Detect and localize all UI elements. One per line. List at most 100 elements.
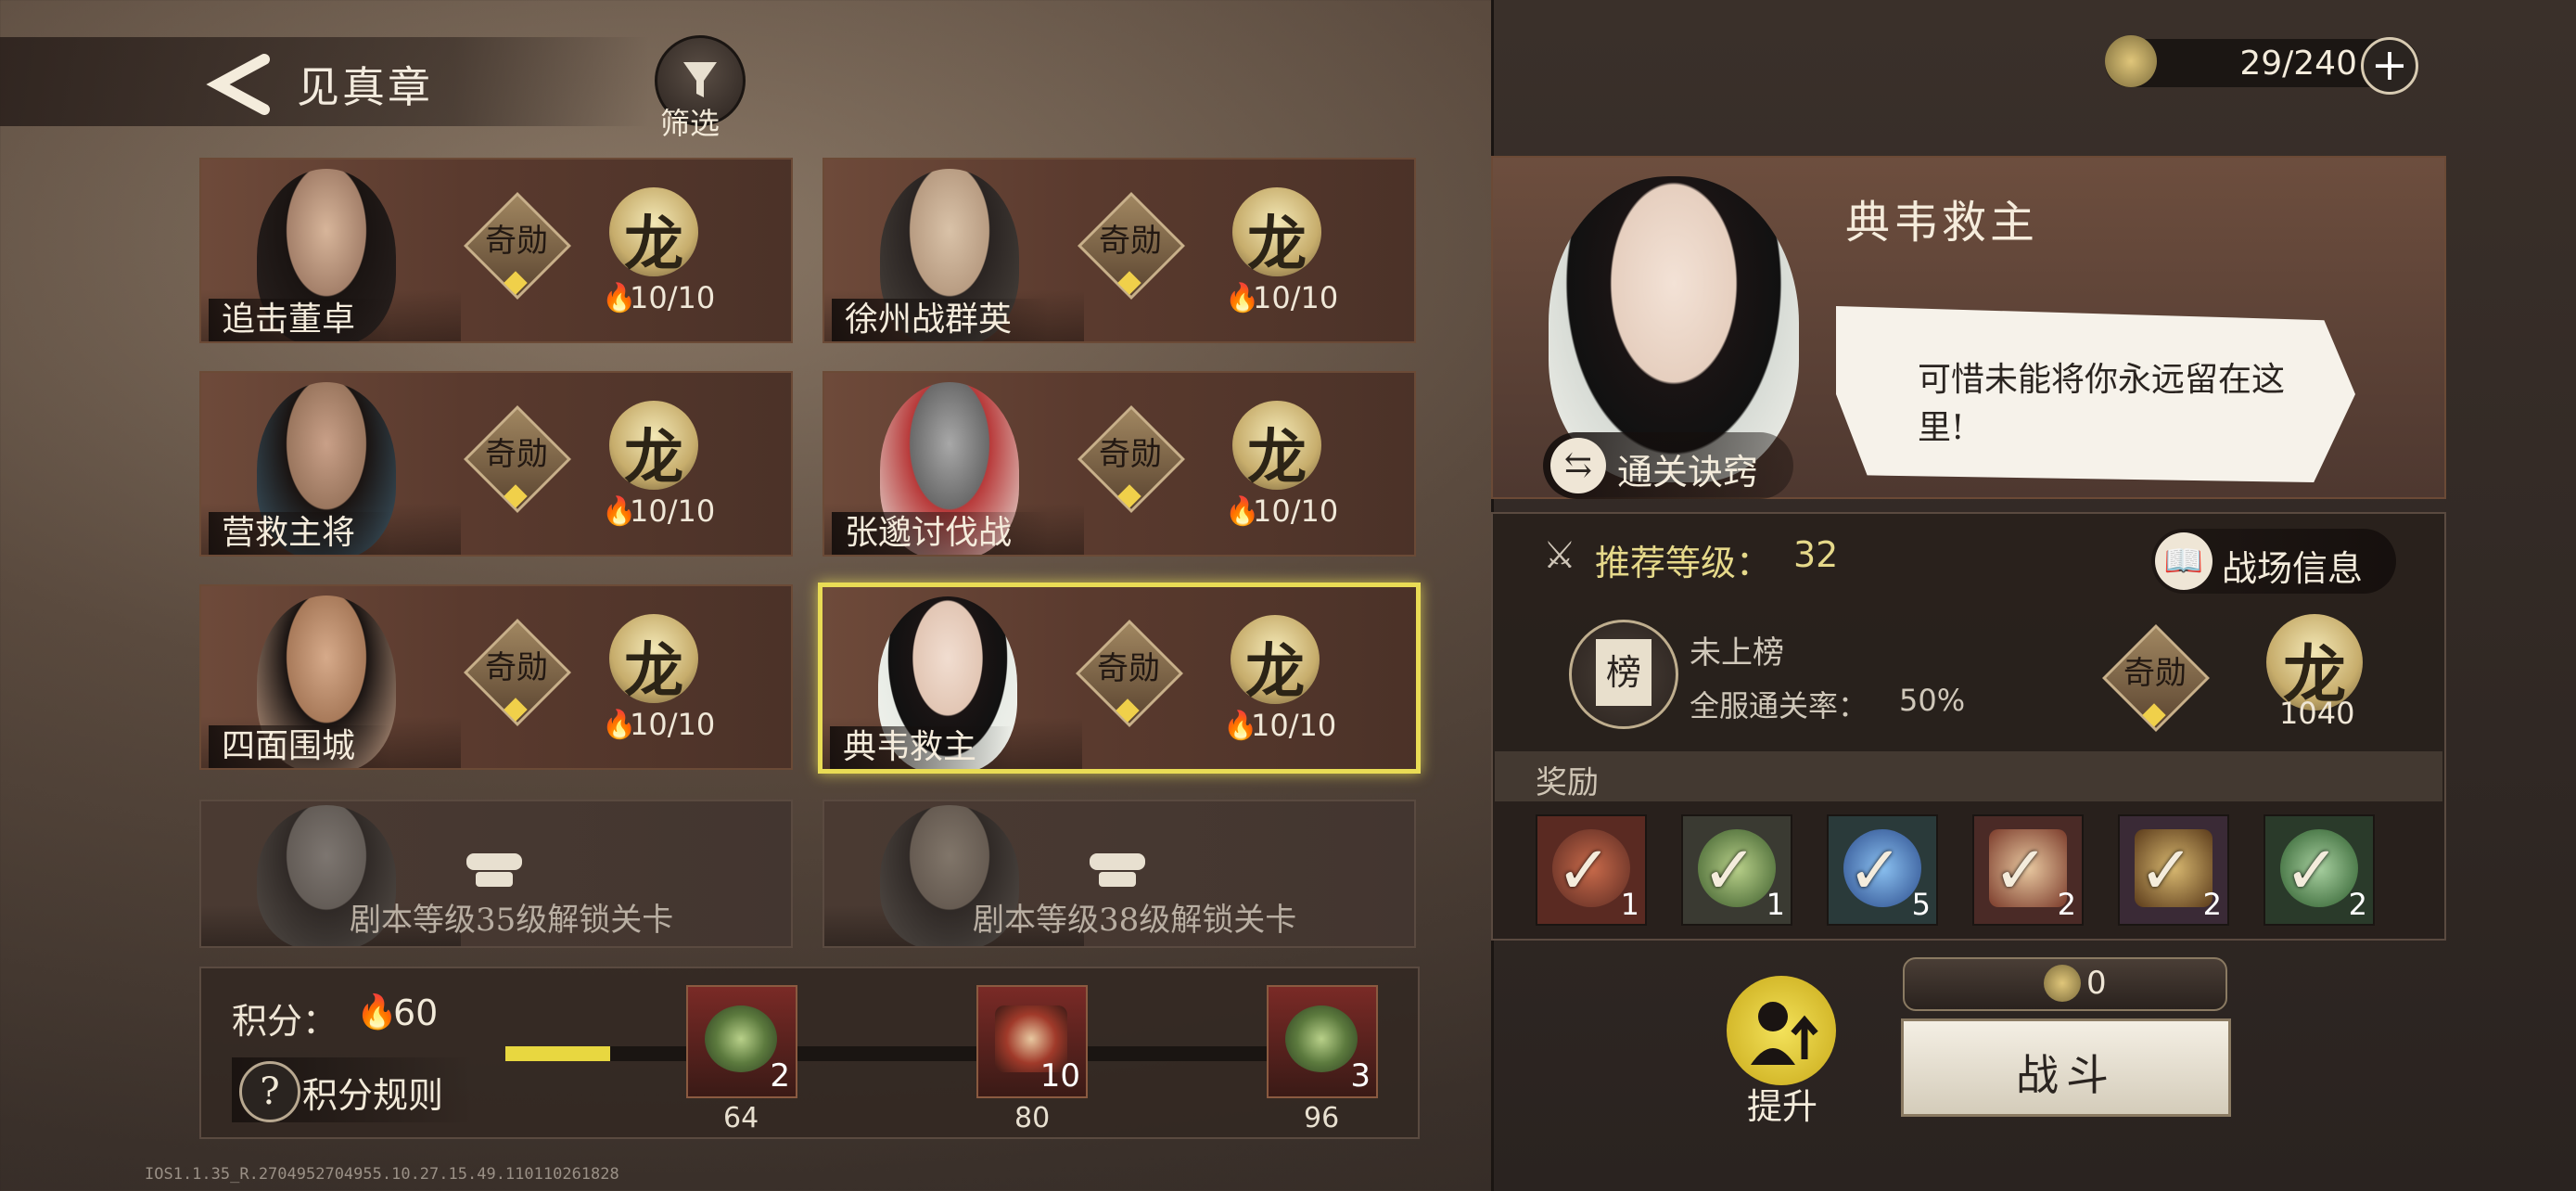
- reward-item[interactable]: ✓ 5: [1827, 814, 1938, 926]
- stage-card-5[interactable]: 奇勋 龙 🔥 10/10 四面围城: [199, 584, 793, 770]
- check-icon: ✓: [1993, 831, 2049, 909]
- reward-item[interactable]: ✓ 1: [1681, 814, 1792, 926]
- points-progress-fill: [505, 1046, 610, 1061]
- question-icon: ?: [239, 1061, 300, 1122]
- milestone-value: 80: [1014, 1102, 1051, 1134]
- battlefield-info-button[interactable]: 📖 战场信息: [2151, 529, 2396, 594]
- milestone-reward-3[interactable]: 3: [1267, 985, 1378, 1098]
- lock-icon: [466, 853, 522, 887]
- stage-card-3[interactable]: 奇勋 龙 🔥 10/10 营救主将: [199, 371, 793, 557]
- stage-card-locked-2[interactable]: 剧本等级38级解锁关卡: [823, 800, 1416, 948]
- reward-count: 2: [2202, 887, 2222, 922]
- stage-name: 追击董卓: [209, 299, 393, 341]
- recommended-level-value: 32: [1793, 534, 1839, 575]
- milestone-count: 3: [1350, 1057, 1371, 1095]
- points-value: 60: [393, 992, 439, 1033]
- filter-label: 筛选: [660, 106, 721, 141]
- clear-tips-label: 通关诀窍: [1617, 452, 1759, 493]
- stamina-icon: [2105, 35, 2157, 87]
- fight-label: 战斗: [2016, 1050, 2116, 1100]
- upgrade-arrow-icon: [1727, 976, 1836, 1085]
- dragon-badge: 龙: [609, 614, 698, 706]
- crossed-swords-icon: ⚔: [1543, 534, 1576, 577]
- jade-coin-icon: [1285, 1005, 1358, 1072]
- swap-arrows-icon: ⇆: [1550, 438, 1606, 493]
- upgrade-label: 提升: [1747, 1086, 1818, 1127]
- check-icon: ✓: [1556, 831, 1613, 909]
- book-icon: 📖: [2155, 532, 2213, 590]
- hero-quote: 可惜未能将你永远留在这里!: [1918, 361, 2286, 447]
- qixun-badge: 奇勋: [2102, 624, 2210, 732]
- check-icon: ✓: [2138, 831, 2195, 909]
- reward-item[interactable]: ✓ 2: [1972, 814, 2084, 926]
- milestone-reward-1[interactable]: 2: [686, 985, 797, 1098]
- stage-score: 10/10: [1253, 493, 1339, 529]
- dragon-badge: 龙: [609, 401, 698, 493]
- rewards-label: 奖励: [1536, 764, 1599, 801]
- battlefield-info-label: 战场信息: [2222, 548, 2364, 589]
- reward-item[interactable]: ✓ 2: [2118, 814, 2229, 926]
- fight-cost: 0: [1903, 957, 2227, 1011]
- stage-card-locked-1[interactable]: 剧本等级35级解锁关卡: [199, 800, 793, 948]
- back-button[interactable]: [199, 52, 283, 117]
- dragon-score: 1040: [2279, 696, 2355, 731]
- page-title: 见真章: [297, 62, 433, 112]
- add-stamina-button[interactable]: +: [2361, 37, 2418, 95]
- recommended-level-label: 推荐等级：: [1595, 543, 1772, 583]
- clear-tips-button[interactable]: ⇆ 通关诀窍: [1543, 432, 1793, 499]
- stage-card-6-selected[interactable]: 奇勋 龙 🔥 10/10 典韦救主: [818, 583, 1421, 774]
- pass-rate-label: 全服通关率：: [1690, 688, 1868, 724]
- lock-icon: [1090, 853, 1145, 887]
- stamina-counter: 29/240 +: [2105, 35, 2418, 95]
- dragon-badge: 龙: [1232, 401, 1321, 493]
- check-icon: ✓: [2284, 831, 2340, 909]
- stage-score: 10/10: [1251, 708, 1337, 743]
- milestone-count: 2: [770, 1057, 790, 1095]
- check-icon: ✓: [1847, 831, 1904, 909]
- stage-name: 典韦救主: [830, 726, 1014, 769]
- stage-score: 10/10: [1253, 280, 1339, 315]
- version-string: IOS1.1.35_R.2704952704955.10.27.15.49.11…: [145, 1165, 619, 1184]
- upgrade-button[interactable]: 提升: [1725, 976, 1836, 1127]
- rewards-header: [1495, 751, 2442, 801]
- stage-name: 张邈讨伐战: [832, 512, 1050, 555]
- reward-count: 2: [2057, 887, 2076, 922]
- stage-title: 典韦救主: [1845, 197, 2039, 249]
- fight-button[interactable]: 战斗: [1901, 1018, 2231, 1117]
- reward-count: 5: [1911, 887, 1931, 922]
- stage-score: 10/10: [630, 280, 716, 315]
- fire-icon: 🔥: [356, 993, 398, 1031]
- qixun-badge: 奇勋: [1078, 405, 1185, 513]
- qixun-badge: 奇勋: [464, 405, 571, 513]
- pass-rate-value: 50%: [1899, 683, 1966, 718]
- dragon-badge: 龙: [1232, 187, 1321, 279]
- dragon-badge: 龙: [1231, 615, 1320, 707]
- reward-item[interactable]: ✓ 1: [1536, 814, 1647, 926]
- milestone-value: 64: [723, 1102, 759, 1134]
- jade-coin-icon: [705, 1005, 777, 1072]
- unlock-requirement: 剧本等级38级解锁关卡: [973, 902, 1297, 939]
- reward-item[interactable]: ✓ 2: [2264, 814, 2375, 926]
- stamina-value: 29/240: [2239, 45, 2357, 83]
- qixun-badge: 奇勋: [464, 192, 571, 300]
- points-rules-button[interactable]: ? 积分规则: [232, 1057, 473, 1122]
- leaderboard-icon[interactable]: 榜: [1569, 620, 1678, 729]
- qixun-badge: 奇勋: [1076, 620, 1183, 727]
- milestone-value: 96: [1304, 1102, 1340, 1134]
- back-arrow-icon: [206, 54, 270, 115]
- stage-name: 徐州战群英: [832, 299, 1050, 341]
- stage-score: 10/10: [630, 707, 716, 742]
- stage-card-2[interactable]: 奇勋 龙 🔥 10/10 徐州战群英: [823, 158, 1416, 343]
- reward-count: 1: [1620, 887, 1639, 922]
- fight-cost-value: 0: [2086, 965, 2107, 1002]
- stage-card-1[interactable]: 奇勋 龙 🔥 10/10 追击董卓: [199, 158, 793, 343]
- qixun-badge: 奇勋: [464, 619, 571, 726]
- check-icon: ✓: [1702, 831, 1758, 909]
- stage-name: 四面围城: [209, 725, 393, 768]
- qixun-badge: 奇勋: [1078, 192, 1185, 300]
- stage-score: 10/10: [630, 493, 716, 529]
- stage-card-4[interactable]: 奇勋 龙 🔥 10/10 张邈讨伐战: [823, 371, 1416, 557]
- milestone-reward-2[interactable]: 10: [976, 985, 1088, 1098]
- stage-name: 营救主将: [209, 512, 393, 555]
- reward-count: 1: [1766, 887, 1785, 922]
